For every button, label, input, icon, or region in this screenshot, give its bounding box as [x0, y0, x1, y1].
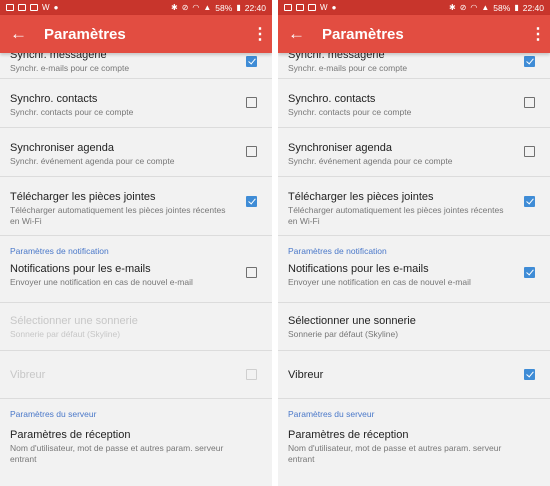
setting-incoming-server[interactable]: Paramètres de réception Nom d'utilisateu… [0, 425, 272, 485]
setting-subtitle: Envoyer une notification en cas de nouve… [10, 277, 193, 287]
clock: 22:40 [244, 2, 266, 13]
setting-title: Paramètres de réception [10, 429, 131, 441]
setting-title: Paramètres de réception [288, 429, 409, 441]
setting-download-attachments[interactable]: Télécharger les pièces jointes Télécharg… [0, 177, 272, 236]
wifi-icon: ◠ [470, 2, 478, 12]
screenshot-pair: W ● ✱ ⊘ ◠ ▲ 58% ▮ 22:40 ← Paramètres ⋮ S… [0, 0, 550, 486]
setting-vibrate[interactable]: Vibreur [278, 351, 550, 399]
section-header-server: Paramètres du serveur [10, 409, 97, 419]
signal-icon: ▲ [203, 2, 212, 12]
setting-vibrate: Vibreur [0, 351, 272, 399]
page-title: Paramètres [322, 25, 404, 43]
settings-screen-before: W ● ✱ ⊘ ◠ ▲ 58% ▮ 22:40 ← Paramètres ⋮ S… [0, 0, 272, 486]
notification-icon [30, 4, 38, 11]
setting-title: Sélectionner une sonnerie [288, 315, 416, 327]
more-vert-icon[interactable]: ⋮ [252, 24, 268, 44]
setting-title: Sélectionner une sonnerie [10, 315, 138, 327]
battery-icon: ▮ [514, 2, 519, 12]
setting-subtitle: Nom d'utilisateur, mot de passe et autre… [10, 443, 224, 464]
setting-subtitle: Synchr. e-mails pour ce compte [10, 63, 130, 73]
bluetooth-icon: ✱ [448, 2, 456, 12]
w-letter-icon: W [42, 2, 50, 12]
setting-subtitle: Synchr. événement agenda pour ce compte [288, 156, 453, 166]
lock-icon: ● [53, 2, 59, 12]
section-header-server: Paramètres du serveur [288, 409, 375, 419]
notification-icon [18, 4, 26, 11]
setting-sync-calendar[interactable]: Synchroniser agenda Synchr. événement ag… [0, 128, 272, 177]
download-attachments-checkbox[interactable] [524, 196, 535, 207]
download-attachments-checkbox[interactable] [246, 196, 257, 207]
wifi-icon: ◠ [192, 2, 200, 12]
notification-icon [284, 4, 292, 11]
sync-calendar-checkbox[interactable] [524, 146, 535, 157]
email-notifications-checkbox[interactable] [246, 267, 257, 278]
signal-icon: ▲ [481, 2, 490, 12]
bluetooth-icon: ✱ [170, 2, 178, 12]
mute-icon: ⊘ [459, 2, 467, 12]
notification-icon [6, 4, 14, 11]
setting-subtitle: Sonnerie par défaut (Skyline) [288, 329, 399, 339]
setting-sync-contacts[interactable]: Synchro. contacts Synchr. contacts pour … [278, 79, 550, 128]
vibrate-checkbox[interactable] [524, 369, 535, 380]
sync-calendar-checkbox[interactable] [246, 146, 257, 157]
app-bar: ← Paramètres ⋮ [0, 15, 272, 53]
sync-mail-checkbox[interactable] [524, 56, 535, 67]
w-letter-icon: W [320, 2, 328, 12]
vibrate-checkbox [246, 369, 257, 380]
setting-subtitle: Synchr. contacts pour ce compte [10, 107, 134, 117]
battery-percent: 58% [493, 2, 511, 13]
arrow-left-icon[interactable]: ← [288, 24, 310, 44]
setting-title: Vibreur [288, 369, 324, 381]
setting-sync-calendar[interactable]: Synchroniser agenda Synchr. événement ag… [278, 128, 550, 177]
setting-title: Notifications pour les e-mails [10, 263, 151, 275]
setting-subtitle: Synchr. e-mails pour ce compte [288, 63, 408, 73]
settings-screen-after: W ● ✱ ⊘ ◠ ▲ 58% ▮ 22:40 ← Paramètres ⋮ S… [278, 0, 550, 486]
sync-contacts-checkbox[interactable] [246, 97, 257, 108]
status-bar: W ● ✱ ⊘ ◠ ▲ 58% ▮ 22:40 [0, 0, 272, 15]
lock-icon: ● [331, 2, 337, 12]
setting-title: Télécharger les pièces jointes [288, 191, 434, 203]
notification-icon [296, 4, 304, 11]
setting-incoming-server[interactable]: Paramètres de réception Nom d'utilisateu… [278, 425, 550, 485]
battery-icon: ▮ [236, 2, 241, 12]
settings-list: Synchr. messagerie Synchr. e-mails pour … [278, 49, 550, 485]
setting-sync-contacts[interactable]: Synchro. contacts Synchr. contacts pour … [0, 79, 272, 128]
mute-icon: ⊘ [181, 2, 189, 12]
setting-email-notifications[interactable]: Notifications pour les e-mails Envoyer u… [0, 261, 272, 303]
setting-subtitle: Nom d'utilisateur, mot de passe et autre… [288, 443, 502, 464]
setting-subtitle: Télécharger automatiquement les pièces j… [288, 205, 504, 226]
setting-title: Synchro. contacts [10, 93, 98, 105]
setting-subtitle: Synchr. contacts pour ce compte [288, 107, 412, 117]
setting-subtitle: Télécharger automatiquement les pièces j… [10, 205, 226, 226]
setting-title: Synchroniser agenda [288, 142, 392, 154]
setting-sync-mail[interactable]: Synchr. messagerie Synchr. e-mails pour … [278, 49, 550, 79]
setting-subtitle: Synchr. événement agenda pour ce compte [10, 156, 175, 166]
settings-list: Synchr. messagerie Synchr. e-mails pour … [0, 49, 272, 485]
setting-email-notifications[interactable]: Notifications pour les e-mails Envoyer u… [278, 261, 550, 303]
setting-title: Synchro. contacts [288, 93, 376, 105]
setting-subtitle: Envoyer une notification en cas de nouve… [288, 277, 471, 287]
setting-subtitle: Sonnerie par défaut (Skyline) [10, 329, 121, 339]
more-vert-icon[interactable]: ⋮ [530, 24, 546, 44]
clock: 22:40 [522, 2, 544, 13]
setting-title: Synchroniser agenda [10, 142, 114, 154]
setting-download-attachments[interactable]: Télécharger les pièces jointes Télécharg… [278, 177, 550, 236]
app-bar: ← Paramètres ⋮ [278, 15, 550, 53]
notification-icon [308, 4, 316, 11]
setting-title: Vibreur [10, 369, 46, 381]
setting-sync-mail[interactable]: Synchr. messagerie Synchr. e-mails pour … [0, 49, 272, 79]
sync-contacts-checkbox[interactable] [524, 97, 535, 108]
sync-mail-checkbox[interactable] [246, 56, 257, 67]
status-bar: W ● ✱ ⊘ ◠ ▲ 58% ▮ 22:40 [278, 0, 550, 15]
setting-ringtone[interactable]: Sélectionner une sonnerie Sonnerie par d… [278, 303, 550, 351]
page-title: Paramètres [44, 25, 126, 43]
setting-title: Télécharger les pièces jointes [10, 191, 156, 203]
email-notifications-checkbox[interactable] [524, 267, 535, 278]
section-header-notification: Paramètres de notification [288, 246, 387, 256]
setting-title: Notifications pour les e-mails [288, 263, 429, 275]
section-header-notification: Paramètres de notification [10, 246, 109, 256]
setting-ringtone: Sélectionner une sonnerie Sonnerie par d… [0, 303, 272, 351]
battery-percent: 58% [215, 2, 233, 13]
arrow-left-icon[interactable]: ← [10, 24, 32, 44]
